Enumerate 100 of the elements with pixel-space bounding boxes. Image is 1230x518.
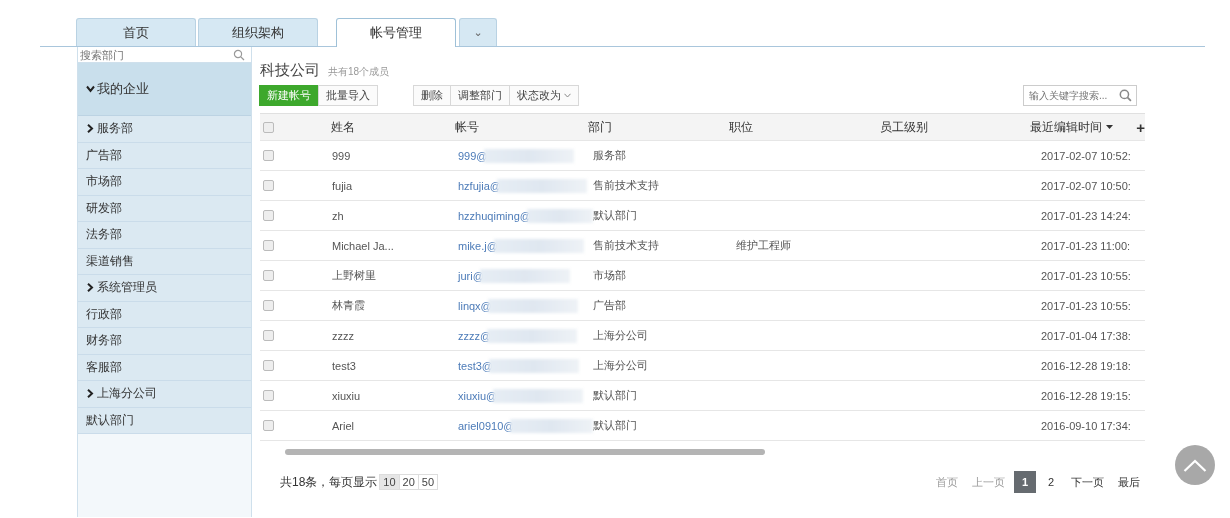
tree-label: 我的企业 <box>97 80 149 98</box>
chevron-right-icon <box>86 124 94 134</box>
page-size-option[interactable]: 10 <box>379 474 400 490</box>
account-link[interactable]: xiuxiu@ <box>458 389 498 402</box>
table-cell: 2017-01-23 11:00: <box>1041 239 1131 252</box>
action-button[interactable]: 调整部门 <box>450 84 510 106</box>
page-nav-link[interactable]: 最后 <box>1113 474 1145 490</box>
table-cell: 售前技术支持 <box>593 238 659 253</box>
tree-item[interactable]: 市场部 <box>78 169 251 196</box>
page-button[interactable]: 2 <box>1040 471 1062 493</box>
account-link[interactable]: test3@ <box>458 359 493 372</box>
checkbox[interactable] <box>263 360 274 371</box>
page-button[interactable]: 1 <box>1014 471 1036 493</box>
table-cell: 2017-01-23 14:24: <box>1041 209 1131 222</box>
table-cell: 2017-02-07 10:50: <box>1041 179 1131 192</box>
tree-label: 客服部 <box>86 358 122 376</box>
checkbox[interactable] <box>263 300 274 311</box>
page-size-option[interactable]: 50 <box>417 474 439 490</box>
tree-label: 上海分公司 <box>97 385 157 403</box>
add-column-button[interactable]: + <box>1136 118 1145 136</box>
table-cell: 上海分公司 <box>593 328 648 343</box>
tree-label: 市场部 <box>86 173 122 191</box>
table-cell: 广告部 <box>593 298 626 313</box>
table-cell: 2016-12-28 19:15: <box>1041 389 1131 402</box>
tree-item[interactable]: 行政部 <box>78 301 251 328</box>
table-cell: 市场部 <box>593 268 626 283</box>
search-icon <box>233 49 245 61</box>
tree-item[interactable]: 渠道销售 <box>78 248 251 275</box>
scrollbar-thumb[interactable] <box>285 449 765 455</box>
checkbox[interactable] <box>263 420 274 431</box>
account-link[interactable]: ariel0910@ <box>458 419 515 432</box>
import-button[interactable]: 批量导入 <box>318 84 378 106</box>
total-count: 共18条，每页显示 <box>280 473 378 491</box>
tree-label: 广告部 <box>86 146 122 164</box>
tab[interactable]: 首页 <box>76 18 196 46</box>
tree-label: 默认部门 <box>86 411 134 429</box>
table-cell: 上海分公司 <box>593 358 648 373</box>
checkbox[interactable] <box>263 150 274 161</box>
tree-label: 系统管理员 <box>97 279 157 297</box>
dropdown-button[interactable]: 状态改为 <box>509 84 579 106</box>
checkbox[interactable] <box>263 180 274 191</box>
dropdown-tab[interactable]: ⌄ <box>459 18 497 46</box>
account-link[interactable]: hzfujia@ <box>458 179 501 192</box>
account-link[interactable]: zzzz@ <box>458 329 492 342</box>
table-cell: Michael Ja... <box>332 239 394 252</box>
table-cell: 999 <box>332 149 351 162</box>
table-cell: test3 <box>332 359 356 372</box>
table-cell: Ariel <box>332 419 354 432</box>
tree-item[interactable]: 法务部 <box>78 222 251 249</box>
page-size-option[interactable]: 20 <box>398 474 419 490</box>
table-cell: zh <box>332 209 344 222</box>
tree-item[interactable]: 系统管理员 <box>78 275 251 302</box>
tab[interactable]: 帐号管理 <box>336 18 456 47</box>
table-cell: 默认部门 <box>593 208 637 223</box>
table-cell: 2017-01-04 17:38: <box>1041 329 1131 342</box>
table-cell: 2017-01-23 10:55: <box>1041 269 1131 282</box>
tree-item[interactable]: 默认部门 <box>78 407 251 434</box>
account-link[interactable]: hzzhuqiming@ <box>458 209 531 222</box>
tree-item[interactable]: 研发部 <box>78 195 251 222</box>
column-header[interactable]: 姓名 <box>331 118 456 136</box>
search-field[interactable]: 输入关键字搜索... <box>1023 84 1137 106</box>
column-header[interactable]: 职位 <box>729 118 880 136</box>
checkbox[interactable] <box>263 330 274 341</box>
search-icon <box>1119 88 1132 102</box>
table-cell: fujia <box>332 179 353 192</box>
column-header[interactable]: 员工级别 <box>879 118 1030 136</box>
sort-caret-icon <box>1105 125 1113 129</box>
caret-icon <box>564 92 571 98</box>
tree-item[interactable]: 服务部 <box>78 116 251 143</box>
chevron-right-icon <box>86 283 94 293</box>
tab[interactable]: 组织架构 <box>198 18 318 46</box>
search-field[interactable]: 搜索部门 <box>78 47 251 63</box>
account-link[interactable]: juri@ <box>458 269 484 282</box>
checkbox[interactable] <box>263 270 274 281</box>
column-header[interactable]: 帐号 <box>455 118 589 136</box>
chevron-down-icon <box>86 85 95 93</box>
account-link[interactable]: 999@ <box>458 149 488 162</box>
tree-item[interactable]: 财务部 <box>78 328 251 355</box>
table-cell: xiuxiu <box>332 389 361 402</box>
page-nav-link[interactable]: 下一页 <box>1066 474 1109 490</box>
checkbox[interactable] <box>263 210 274 221</box>
table-cell: 维护工程师 <box>736 238 791 253</box>
chevron-up-icon <box>1183 458 1207 472</box>
tree-item[interactable]: 我的企业 <box>78 63 251 116</box>
table-cell: 上野树里 <box>332 268 376 283</box>
checkbox[interactable] <box>263 240 274 251</box>
account-link[interactable]: mike.j@ <box>458 239 498 252</box>
checkbox[interactable] <box>263 390 274 401</box>
column-header[interactable]: 最近编辑时间 <box>1029 118 1133 136</box>
back-to-top-button[interactable] <box>1175 445 1215 485</box>
tree-item[interactable]: 客服部 <box>78 354 251 381</box>
tree-item[interactable]: 广告部 <box>78 142 251 169</box>
action-button[interactable]: 删除 <box>413 84 451 106</box>
tree-label: 渠道销售 <box>86 252 134 270</box>
column-header[interactable]: 部门 <box>588 118 730 136</box>
tree-item[interactable]: 上海分公司 <box>78 381 251 408</box>
table-cell: zzzz <box>332 329 354 342</box>
table-cell: 2017-02-07 10:52: <box>1041 149 1131 162</box>
checkbox[interactable] <box>263 121 274 133</box>
account-link[interactable]: linqx@ <box>458 299 492 312</box>
